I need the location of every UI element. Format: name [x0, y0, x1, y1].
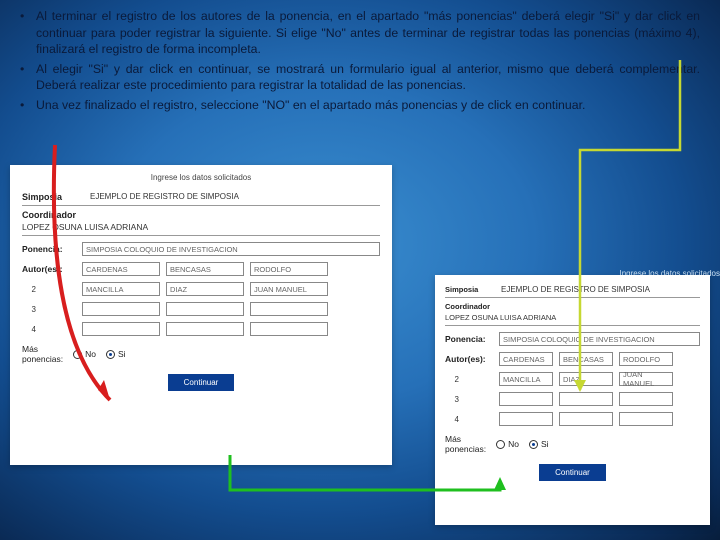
author-r4b[interactable]: [559, 412, 613, 426]
author-r1b[interactable]: BENCASAS: [559, 352, 613, 366]
author-r3a[interactable]: [499, 392, 553, 406]
mas-sub-r: ponencias:: [445, 444, 486, 454]
author-3c[interactable]: [250, 302, 328, 316]
row-num-2: 2: [22, 285, 36, 294]
section-subtitle-r: EJEMPLO DE REGISTRO DE SIMPOSIA: [501, 285, 650, 294]
section-title-r: Simposia: [445, 285, 501, 294]
author-r3b[interactable]: [559, 392, 613, 406]
continuar-button-right[interactable]: Continuar: [539, 464, 606, 481]
ponencia-input-r[interactable]: SIMPOSIA COLOQUIO DE INVESTIGACION: [499, 332, 700, 346]
mas-ponencias-group-right: Más ponencias: No Si: [445, 434, 700, 454]
author-2a[interactable]: MANCILLA: [82, 282, 160, 296]
continuar-button-left[interactable]: Continuar: [168, 374, 235, 391]
mas-sub: ponencias:: [22, 354, 63, 364]
form-header: Ingrese los datos solicitados: [22, 173, 380, 182]
autores-label: Autor(es):: [22, 264, 76, 274]
coordinator-label-r: Coordinador: [445, 302, 700, 311]
autores-label-r: Autor(es):: [445, 354, 493, 364]
row-num-3: 3: [22, 305, 36, 314]
section-title: Simposia: [22, 192, 90, 202]
form-screenshot-left: Ingrese los datos solicitados Simposia E…: [10, 165, 392, 465]
coordinator-name-r: LOPEZ OSUNA LUISA ADRIANA: [445, 313, 700, 326]
radio-si-right[interactable]: Si: [529, 439, 549, 449]
author-r4a[interactable]: [499, 412, 553, 426]
author-r2b[interactable]: DIAZ: [559, 372, 613, 386]
radio-si-left[interactable]: Si: [106, 349, 126, 359]
author-2c[interactable]: JUAN MANUEL: [250, 282, 328, 296]
ponencia-label: Ponencia:: [22, 244, 76, 254]
mas-ponencias-group-left: Más ponencias: No Si: [22, 344, 380, 364]
author-r3c[interactable]: [619, 392, 673, 406]
mas-label-r: Más: [445, 434, 486, 444]
author-3a[interactable]: [82, 302, 160, 316]
author-2b[interactable]: DIAZ: [166, 282, 244, 296]
ponencia-input[interactable]: SIMPOSIA COLOQUIO DE INVESTIGACION: [82, 242, 380, 256]
coordinator-label: Coordinador: [22, 210, 380, 220]
author-3b[interactable]: [166, 302, 244, 316]
instruction-bullets: Al terminar el registro de los autores d…: [0, 0, 720, 114]
author-r1a[interactable]: CARDENAS: [499, 352, 553, 366]
author-4b[interactable]: [166, 322, 244, 336]
row-num-2r: 2: [445, 375, 459, 384]
ponencia-label-r: Ponencia:: [445, 334, 493, 344]
author-1c[interactable]: RODOLFO: [250, 262, 328, 276]
bullet-1: Al terminar el registro de los autores d…: [20, 8, 700, 58]
radio-no-right[interactable]: No: [496, 439, 519, 449]
row-num-4r: 4: [445, 415, 459, 424]
row-num-4: 4: [22, 325, 36, 334]
author-r4c[interactable]: [619, 412, 673, 426]
author-r2c[interactable]: JUAN MANUEL: [619, 372, 673, 386]
bullet-3: Una vez finalizado el registro, seleccio…: [20, 97, 700, 114]
radio-no-left[interactable]: No: [73, 349, 96, 359]
coordinator-name: LOPEZ OSUNA LUISA ADRIANA: [22, 222, 380, 236]
author-4a[interactable]: [82, 322, 160, 336]
author-r1c[interactable]: RODOLFO: [619, 352, 673, 366]
bullet-2: Al elegir "Si" y dar click en continuar,…: [20, 61, 700, 94]
mas-label: Más: [22, 344, 63, 354]
author-r2a[interactable]: MANCILLA: [499, 372, 553, 386]
form-screenshot-right: Simposia EJEMPLO DE REGISTRO DE SIMPOSIA…: [435, 275, 710, 525]
section-subtitle: EJEMPLO DE REGISTRO DE SIMPOSIA: [90, 192, 239, 202]
row-num-3r: 3: [445, 395, 459, 404]
author-1a[interactable]: CARDENAS: [82, 262, 160, 276]
author-1b[interactable]: BENCASAS: [166, 262, 244, 276]
author-4c[interactable]: [250, 322, 328, 336]
